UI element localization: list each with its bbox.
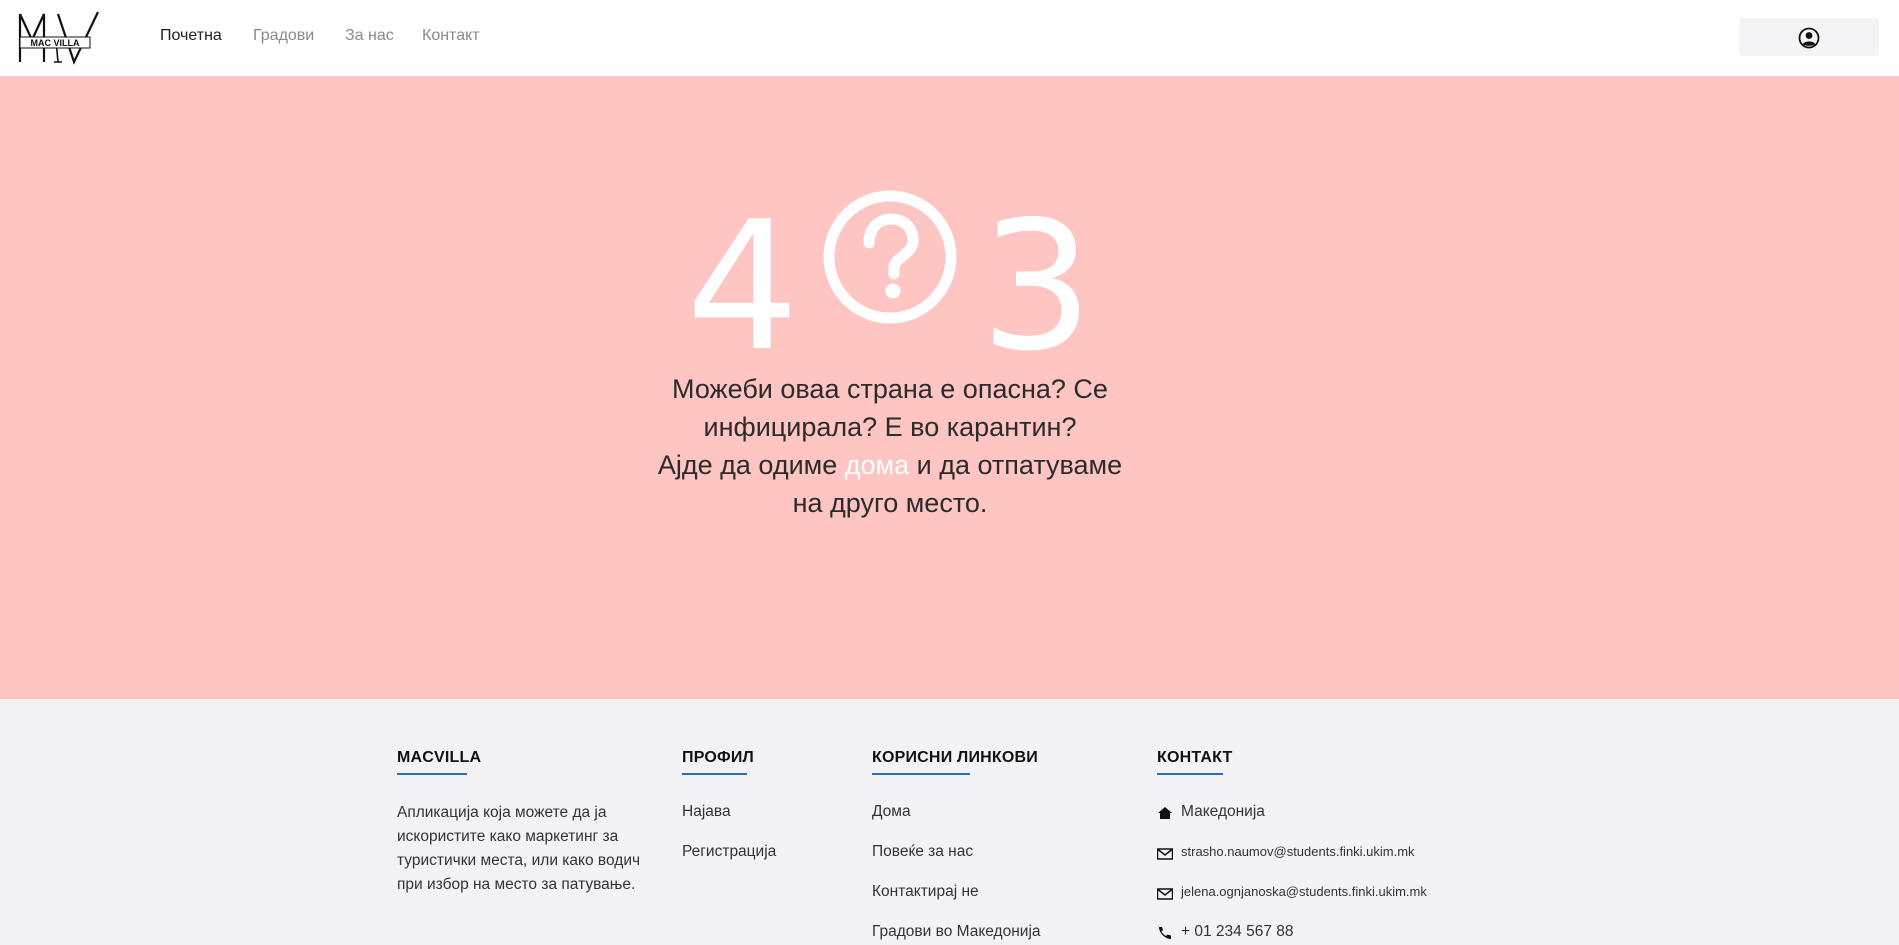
footer-link-contact[interactable]: Контактирај не <box>872 883 979 901</box>
error-message-line: на друго место. <box>792 488 988 518</box>
nav-contact[interactable]: Контакт <box>422 27 480 45</box>
footer-title-macvilla: MACVILLA <box>397 749 482 766</box>
envelope-icon <box>1157 888 1173 900</box>
title-underline <box>872 773 970 775</box>
error-message-text: Ајде да одиме <box>657 450 838 480</box>
contact-phone-text[interactable]: + 01 234 567 88 <box>1181 923 1293 941</box>
footer-link-about[interactable]: Повеќе за нас <box>872 843 973 861</box>
contact-location: Македонија <box>1157 803 1457 825</box>
contact-email-text[interactable]: jelena.ognjanoska@students.finki.ukim.mk <box>1181 884 1427 899</box>
svg-text:MAC VILLA: MAC VILLA <box>31 38 80 48</box>
footer-title-useful-links: КОРИСНИ ЛИНКОВИ <box>872 749 1038 766</box>
error-code-digit-last: 3 <box>980 183 1094 390</box>
home-icon <box>1158 807 1172 819</box>
home-link[interactable]: дома <box>845 450 909 480</box>
contact-location-text: Македонија <box>1181 803 1265 820</box>
footer-link-cities[interactable]: Градови во Македонија <box>872 923 1041 941</box>
envelope-icon <box>1157 848 1173 860</box>
contact-email-text[interactable]: strasho.naumov@students.finki.ukim.mk <box>1181 844 1415 859</box>
footer-link-home[interactable]: Дома <box>872 803 911 821</box>
footer-title-profile: ПРОФИЛ <box>682 749 754 766</box>
error-message: Можеби оваа страна е опасна? Се инфицира… <box>640 370 1140 522</box>
footer-link-login[interactable]: Најава <box>682 803 731 821</box>
title-underline <box>1157 773 1223 775</box>
error-message-line: Ајде да одиме дома и да отпатуваме <box>640 446 1140 484</box>
title-underline <box>397 773 467 775</box>
macvilla-logo[interactable]: MAC VILLA <box>18 10 104 66</box>
footer-link-register[interactable]: Регистрација <box>682 843 776 861</box>
question-circle-icon <box>823 190 957 324</box>
nav-home[interactable]: Почетна <box>160 27 222 45</box>
phone-icon <box>1159 927 1171 939</box>
nav-about[interactable]: За нас <box>345 27 394 45</box>
contact-email-2: jelena.ognjanoska@students.finki.ukim.mk <box>1157 884 1457 906</box>
error-message-line: Можеби оваа страна е опасна? Се <box>672 374 1108 404</box>
footer-title-contact: КОНТАКТ <box>1157 749 1233 766</box>
footer-about-text: Апликација која можете да ја искористите… <box>397 804 641 893</box>
navbar: MAC VILLA Почетна Градови За нас Контакт <box>0 0 1899 76</box>
footer: MACVILLA Апликација која можете да ја ис… <box>0 699 1899 940</box>
error-code-digit-first: 4 <box>686 183 800 390</box>
error-message-text: и да отпатуваме <box>916 450 1123 480</box>
contact-phone: + 01 234 567 88 <box>1157 923 1457 945</box>
title-underline <box>682 773 747 775</box>
error-message-line: инфицирала? Е во карантин? <box>703 412 1077 442</box>
contact-email-1: strasho.naumov@students.finki.ukim.mk <box>1157 844 1457 866</box>
user-circle-icon[interactable] <box>1798 27 1820 49</box>
nav-cities[interactable]: Градови <box>253 27 314 45</box>
